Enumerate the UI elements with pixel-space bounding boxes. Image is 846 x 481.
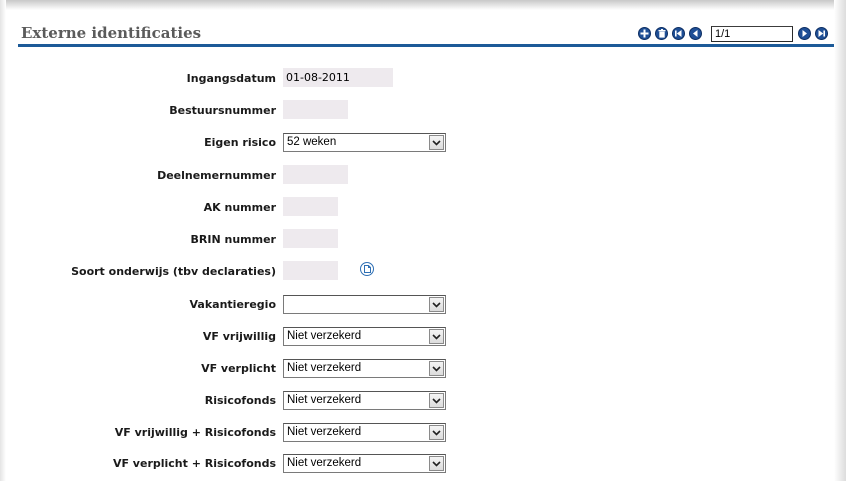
vf-verplicht-risicofonds-select[interactable]: Niet verzekerd [283, 454, 446, 473]
bestuursnummer-field [283, 100, 348, 119]
row-vf-vrijwillig: VF vrijwillig Niet verzekerd [0, 326, 846, 348]
chevron-down-icon[interactable] [429, 361, 444, 376]
row-ak-nummer: AK nummer [0, 197, 846, 219]
chevron-down-icon[interactable] [429, 425, 444, 440]
add-icon[interactable] [638, 27, 651, 40]
risicofonds-label: Risicofonds [204, 394, 276, 407]
risicofonds-select[interactable]: Niet verzekerd [283, 391, 446, 410]
eigen-risico-select[interactable]: 52 weken [283, 133, 446, 152]
ingangsdatum-label: Ingangsdatum [186, 72, 276, 85]
row-vakantieregio: Vakantieregio [0, 294, 846, 316]
header-divider [18, 44, 834, 47]
chevron-down-icon[interactable] [429, 297, 444, 312]
vf-verplicht-risicofonds-label: VF verplicht + Risicofonds [112, 457, 276, 470]
vf-verplicht-risicofonds-value: Niet verzekerd [287, 457, 362, 469]
vf-vrijwillig-label: VF vrijwillig [202, 330, 276, 343]
row-risicofonds: Risicofonds Niet verzekerd [0, 390, 846, 412]
row-vf-verplicht: VF verplicht Niet verzekerd [0, 358, 846, 380]
soort-onderwijs-label: Soort onderwijs (tbv declaraties) [71, 265, 276, 278]
chevron-down-icon[interactable] [429, 393, 444, 408]
panel-title: Externe identificaties [21, 24, 202, 42]
row-vf-vrijwillig-risicofonds: VF vrijwillig + Risicofonds Niet verzeke… [0, 422, 846, 444]
row-eigen-risico: Eigen risico 52 weken [0, 132, 846, 154]
vf-verplicht-select[interactable]: Niet verzekerd [283, 359, 446, 378]
record-pager-input[interactable] [711, 26, 793, 42]
ingangsdatum-field: 01-08-2011 [283, 68, 393, 87]
vf-vrijwillig-risicofonds-value: Niet verzekerd [287, 426, 362, 438]
first-record-icon[interactable] [672, 27, 685, 40]
ak-nummer-field [283, 197, 338, 216]
brin-nummer-label: BRIN nummer [190, 233, 276, 246]
ak-nummer-label: AK nummer [203, 201, 276, 214]
row-ingangsdatum: Ingangsdatum 01-08-2011 [0, 68, 846, 90]
vf-vrijwillig-risicofonds-select[interactable]: Niet verzekerd [283, 423, 446, 442]
previous-record-icon[interactable] [689, 27, 702, 40]
row-soort-onderwijs: Soort onderwijs (tbv declaraties) [0, 261, 846, 283]
risicofonds-value: Niet verzekerd [287, 394, 362, 406]
vakantieregio-label: Vakantieregio [189, 298, 276, 311]
chevron-down-icon[interactable] [429, 135, 444, 150]
chevron-down-icon[interactable] [429, 456, 444, 471]
deelnemernummer-label: Deelnemernummer [157, 169, 276, 182]
vakantieregio-select[interactable] [283, 295, 446, 314]
bestuursnummer-label: Bestuursnummer [169, 104, 276, 117]
row-brin-nummer: BRIN nummer [0, 229, 846, 251]
externe-identificaties-panel: Externe identificaties Ingangsdatum 01-0… [0, 0, 846, 481]
row-deelnemernummer: Deelnemernummer [0, 165, 846, 187]
delete-icon[interactable] [655, 27, 668, 40]
last-record-icon[interactable] [815, 27, 828, 40]
vf-verplicht-value: Niet verzekerd [287, 362, 362, 374]
row-vf-verplicht-risicofonds: VF verplicht + Risicofonds Niet verzeker… [0, 453, 846, 475]
deelnemernummer-field [283, 165, 348, 184]
chevron-down-icon[interactable] [429, 329, 444, 344]
vf-vrijwillig-select[interactable]: Niet verzekerd [283, 327, 446, 346]
soort-onderwijs-field [283, 261, 338, 280]
next-record-icon[interactable] [798, 27, 811, 40]
vf-vrijwillig-value: Niet verzekerd [287, 330, 362, 342]
panel-shadow [0, 0, 846, 10]
eigen-risico-label: Eigen risico [204, 136, 276, 149]
vf-verplicht-label: VF verplicht [201, 362, 276, 375]
brin-nummer-field [283, 229, 338, 248]
document-lookup-icon[interactable] [360, 262, 374, 276]
vf-vrijwillig-risicofonds-label: VF vrijwillig + Risicofonds [114, 426, 276, 439]
eigen-risico-value: 52 weken [287, 136, 337, 148]
row-bestuursnummer: Bestuursnummer [0, 100, 846, 122]
